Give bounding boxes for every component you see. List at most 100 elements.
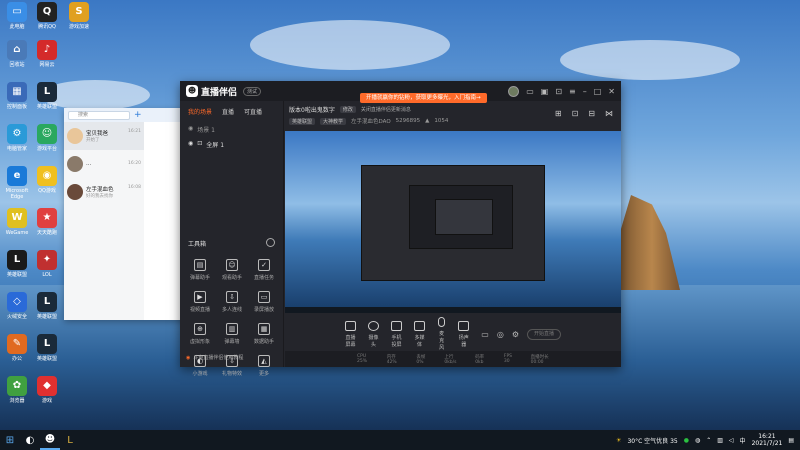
desktop-icon[interactable]: ☺ 游戏平台	[30, 124, 64, 152]
qq-tray-icon[interactable]: ◍	[695, 437, 700, 444]
scene-item[interactable]: ◉ ⊡ 全屏 1	[180, 137, 283, 152]
desktop-icon[interactable]: L 英雄联盟	[30, 334, 64, 362]
scene-header[interactable]: ◉ 场景 1	[180, 122, 283, 137]
desktop-icon[interactable]: ★ 天天酷跑	[30, 208, 64, 236]
tool-label: 小游戏	[192, 371, 208, 377]
cart-icon[interactable]: ⊟	[588, 109, 595, 118]
desktop-icon[interactable]: S 游戏加速	[62, 2, 96, 30]
bb-label: 多媒体	[414, 334, 425, 348]
desktop-icon[interactable]: ◇ 火绒安全	[0, 292, 34, 320]
contact-msg: 开始了	[86, 138, 100, 143]
status-bar: CPU 25% 内存 42% 丢帧 0% 上行 0kb/s 码率 0kb FPS 30 直播…	[285, 351, 621, 367]
add-icon[interactable]: +	[134, 110, 142, 120]
tool-item[interactable]: ⊕ 虚拟形象	[184, 323, 216, 345]
tool-item[interactable]: ⇩ 多人连线	[216, 291, 248, 313]
message-icon[interactable]: ▭	[526, 87, 534, 96]
phone-cast-button[interactable]: 手机投屏	[391, 320, 402, 348]
tool-item[interactable]: ▶ 视频直播	[184, 291, 216, 313]
network-icon[interactable]: ▥	[717, 437, 723, 444]
screen-capture-button[interactable]: 直播屏幕	[345, 320, 356, 348]
lock-icon[interactable]: ⊡	[197, 140, 202, 149]
qq-taskbar-icon[interactable]: ◐	[20, 430, 40, 450]
tool-item[interactable]: ☺ 观看助手	[216, 259, 248, 281]
tab-live[interactable]: 直播	[222, 107, 234, 116]
room-notice[interactable]: 关闭直播伴侣更新消息	[361, 106, 411, 113]
eye-icon[interactable]: ◉	[188, 140, 193, 149]
notification-icon[interactable]: ▤	[788, 437, 794, 444]
desktop-icon[interactable]: ◆ 游戏	[30, 376, 64, 404]
gift-box-icon[interactable]: ⊞	[555, 109, 562, 118]
gear-icon[interactable]: ⚙	[512, 330, 519, 339]
weather-text[interactable]: 30°C 空气优良 35	[627, 436, 677, 445]
chevron-up-icon[interactable]: ⌃	[706, 437, 711, 444]
media-button[interactable]: 多媒体	[414, 320, 425, 348]
minimize-icon[interactable]: –	[583, 87, 587, 96]
desktop-icon[interactable]: ▭ 此电脑	[0, 2, 34, 30]
desktop-icon[interactable]: ⌂ 回收站	[0, 40, 34, 68]
start-live-button[interactable]: 开始直播	[527, 328, 561, 340]
version-badge: 测试	[243, 86, 262, 96]
stream-app-taskbar-icon[interactable]: ☻	[40, 430, 60, 450]
lock-icon[interactable]: ⊡	[572, 109, 579, 118]
room-category[interactable]: 英雄联盟	[289, 117, 316, 125]
desktop-icon[interactable]: e Microsoft Edge	[0, 166, 34, 200]
desktop-icon[interactable]: Q 腾讯QQ	[30, 2, 64, 30]
desktop-icon-label: 此电脑	[9, 24, 25, 30]
desktop-icon[interactable]: L 英雄联盟	[0, 250, 34, 278]
list-item[interactable]: ... 16:20	[64, 150, 144, 178]
tab-my-scenes[interactable]: 我的场景	[188, 107, 212, 116]
volume-icon[interactable]: ◁	[729, 437, 734, 444]
wechat-icon[interactable]: ●	[684, 437, 689, 444]
room-edit-button[interactable]: 修改	[339, 106, 356, 113]
gear-icon[interactable]	[266, 238, 275, 247]
phone-icon	[391, 320, 402, 331]
eye-icon[interactable]: ◉	[188, 125, 193, 134]
desktop-icon-label: 英雄联盟	[36, 314, 57, 320]
tool-item[interactable]: ▦ 数据助手	[248, 323, 280, 345]
qq-search-input[interactable]: 搜索	[68, 110, 130, 120]
contact-name: 左手混血色	[86, 187, 114, 193]
tool-item[interactable]: ✓ 直播任务	[248, 259, 280, 281]
tool-item[interactable]: ◭ 更多	[248, 355, 280, 377]
skin-icon[interactable]: ▣	[541, 87, 549, 96]
camera-button[interactable]: 摄像头	[368, 320, 379, 348]
tab-available[interactable]: 可直播	[244, 107, 262, 116]
settings-icon[interactable]: ◎	[497, 330, 504, 339]
desktop-icon-label: 天天酷跑	[36, 230, 57, 236]
tutorial-notice[interactable]: ◉ 斗鱼直播伴侣使用教程	[186, 354, 243, 362]
desktop-icon[interactable]: ▦ 控制面板	[0, 82, 34, 110]
microphone-button[interactable]: 麦克风	[437, 317, 446, 351]
tool-item[interactable]: ▥ 弹幕墙	[216, 323, 248, 345]
tool-icon: ⇩	[226, 291, 238, 303]
app-icon: ✎	[7, 334, 27, 354]
speaker-button[interactable]: 扬声器	[458, 320, 470, 348]
windows-start-icon[interactable]: ⊞	[0, 430, 20, 450]
desktop-icon[interactable]: ◉ QQ游戏	[30, 166, 64, 194]
tool-item[interactable]: ▤ 弹幕助手	[184, 259, 216, 281]
list-item[interactable]: 宝贝我爸 16:21 开始了	[64, 122, 144, 150]
clock[interactable]: 16:21 2021/7/21	[752, 433, 783, 447]
record-icon[interactable]: ▭	[481, 330, 489, 339]
gift-icon[interactable]: ⊡	[555, 87, 562, 96]
app-icon: L	[37, 334, 57, 354]
user-avatar[interactable]	[508, 85, 520, 97]
desktop-icon[interactable]: W WeGame	[0, 208, 34, 236]
desktop-icon[interactable]: ✦ LOL	[30, 250, 64, 278]
list-item[interactable]: 左手混血色 16:08 好的我去找你	[64, 178, 144, 206]
desktop-icon[interactable]: ⚙ 电脑管家	[0, 124, 34, 152]
desktop-icon[interactable]: ✿ 浏览器	[0, 376, 34, 404]
ime-icon[interactable]: 中	[740, 436, 746, 445]
desktop-icon[interactable]: L 英雄联盟	[30, 292, 64, 320]
live-preview[interactable]	[285, 131, 621, 313]
lol-taskbar-icon[interactable]: L	[60, 430, 80, 450]
room-tag[interactable]: 大神教学	[320, 117, 347, 125]
desktop-icon[interactable]: ✎ 办公	[0, 334, 34, 362]
desktop-icon[interactable]: ♪ 网易云	[30, 40, 64, 68]
desktop-icon[interactable]: L 英雄联盟	[30, 82, 64, 110]
maximize-icon[interactable]: □	[594, 87, 602, 96]
tool-label: 多人连线	[221, 307, 242, 313]
tool-item[interactable]: ▭ 录屏播放	[248, 291, 280, 313]
close-icon[interactable]: ✕	[608, 87, 615, 96]
menu-icon[interactable]: ≡	[569, 87, 576, 96]
share-icon[interactable]: ⋈	[605, 109, 613, 118]
